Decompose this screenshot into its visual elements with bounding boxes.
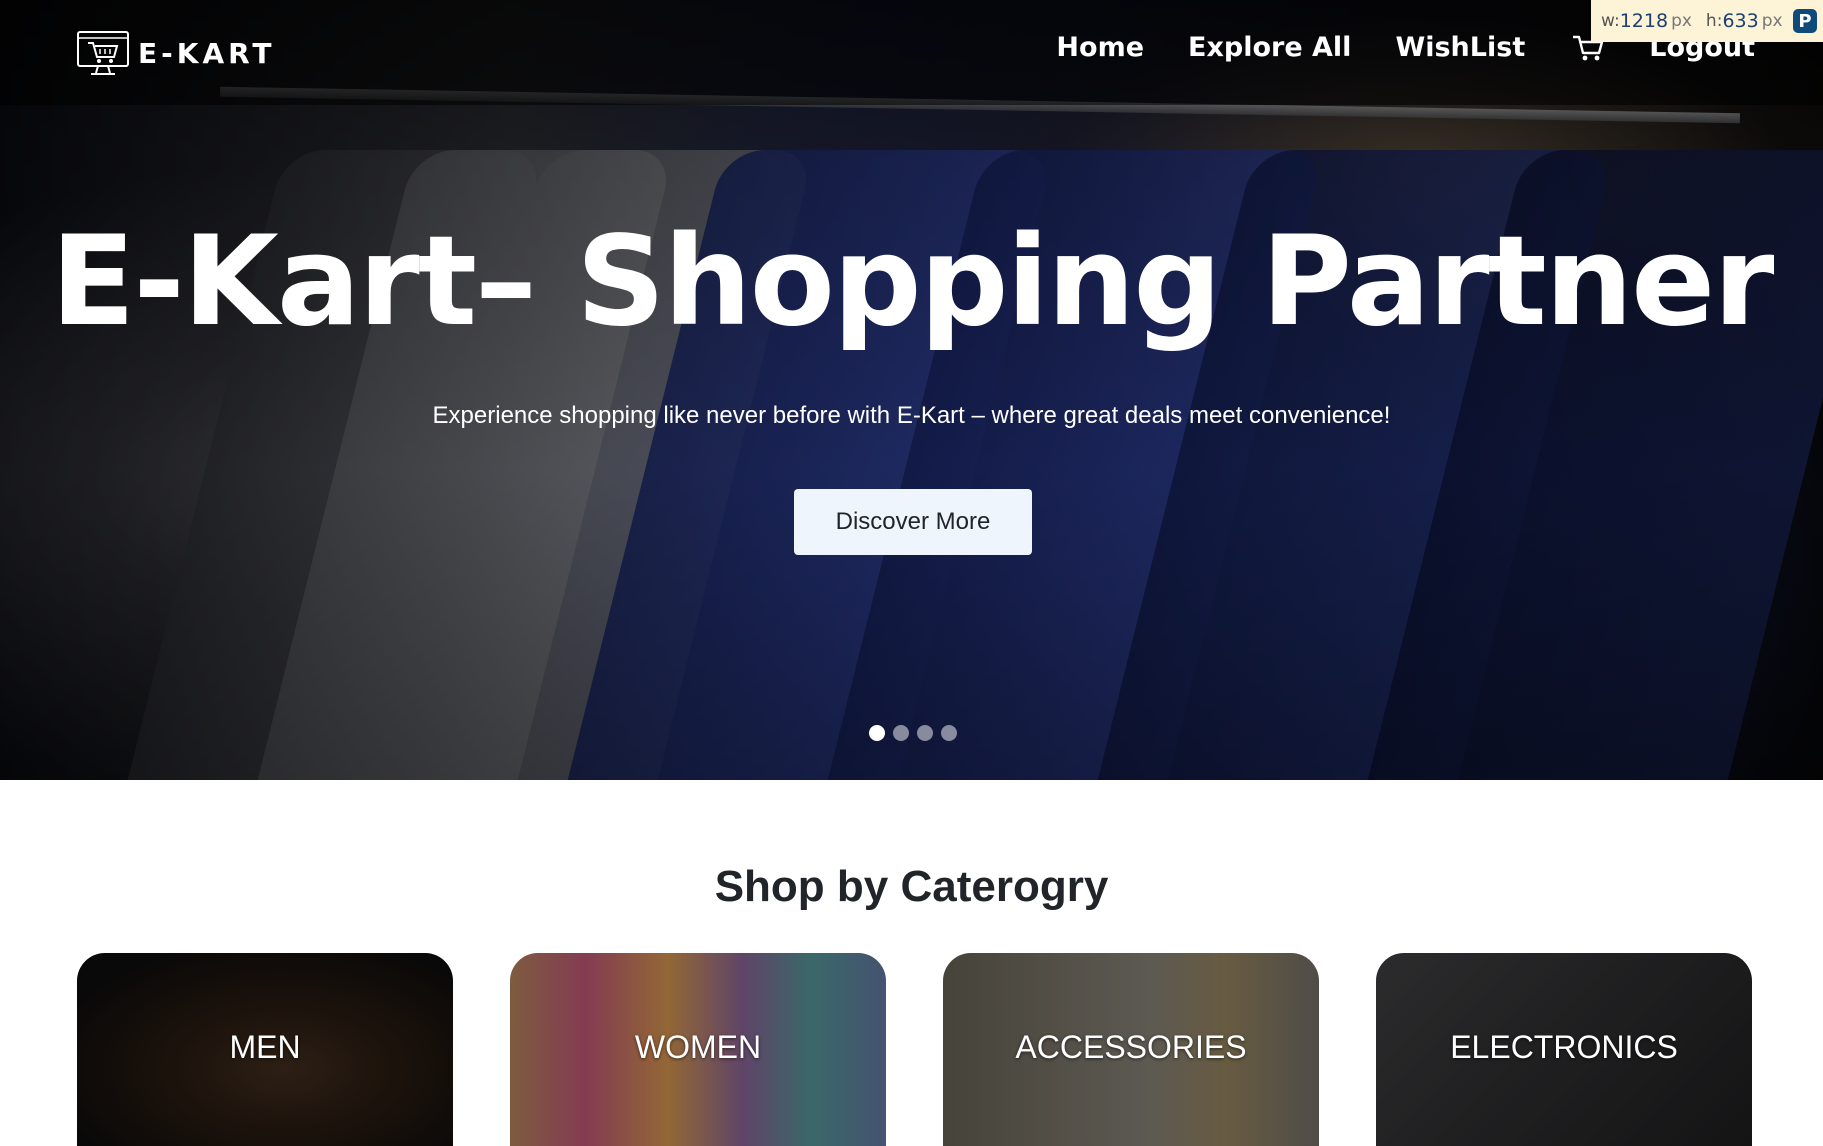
- nav-link-wishlist[interactable]: WishList: [1395, 32, 1525, 63]
- brand-name: E-KART: [138, 36, 276, 70]
- navbar: E-KART Home Explore All WishList Logout: [0, 0, 1823, 105]
- hero-carousel: E-Kart– Shopping Partner Experience shop…: [0, 0, 1823, 780]
- section-title-categories: Shop by Caterogry: [714, 862, 1109, 911]
- dimension-overlay: w: 1218 px h: 633 px P: [1591, 0, 1823, 42]
- discover-more-button[interactable]: Discover More: [794, 489, 1032, 555]
- category-card-accessories[interactable]: ACCESSORIES: [943, 953, 1319, 1146]
- carousel-indicators: [869, 725, 957, 741]
- hero-title: E-Kart– Shopping Partner: [50, 210, 1775, 354]
- nav-link-explore-all[interactable]: Explore All: [1188, 32, 1351, 63]
- category-card-men[interactable]: MEN: [77, 953, 453, 1146]
- dims-h-label: h:: [1705, 11, 1723, 31]
- carousel-indicator-2[interactable]: [893, 725, 909, 741]
- carousel-indicator-4[interactable]: [941, 725, 957, 741]
- category-label: ACCESSORIES: [1015, 1029, 1247, 1065]
- category-label: WOMEN: [634, 1029, 762, 1065]
- category-label: MEN: [229, 1029, 301, 1065]
- dims-h-value: 633: [1722, 10, 1759, 32]
- carousel-indicator-1[interactable]: [869, 725, 885, 741]
- category-label: ELECTRONICS: [1450, 1029, 1678, 1065]
- brand-link[interactable]: E-KART: [76, 30, 276, 76]
- dims-w-unit: px: [1671, 11, 1692, 31]
- computer-cart-icon: [77, 31, 129, 75]
- dims-h-unit: px: [1761, 11, 1783, 31]
- carousel-indicator-3[interactable]: [917, 725, 933, 741]
- nav-link-home[interactable]: Home: [1056, 32, 1144, 63]
- dims-w-label: w:: [1601, 11, 1620, 31]
- category-card-electronics[interactable]: ELECTRONICS: [1376, 953, 1752, 1146]
- dims-w-value: 1218: [1619, 10, 1669, 32]
- hero-subtitle: Experience shopping like never before wi…: [432, 402, 1391, 429]
- extension-badge-icon[interactable]: P: [1793, 9, 1817, 33]
- hero-shade: [0, 0, 1823, 780]
- category-card-women[interactable]: WOMEN: [510, 953, 886, 1146]
